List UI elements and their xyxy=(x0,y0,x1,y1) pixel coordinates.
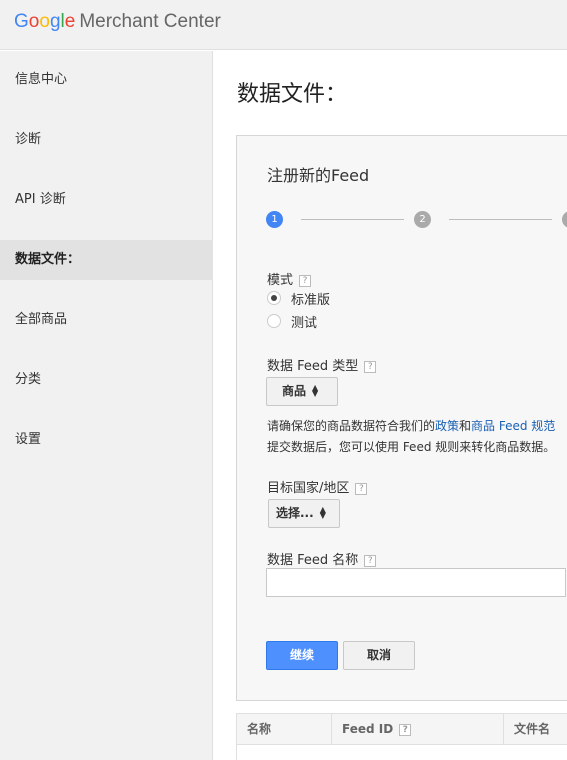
policy-link[interactable]: 政策 xyxy=(435,419,459,433)
mode-test-label: 测试 xyxy=(291,316,318,331)
help-icon[interactable]: ? xyxy=(364,360,377,373)
feed-name-label-row: 数据 Feed 名称? xyxy=(267,549,377,568)
app-header: Google Merchant Center xyxy=(0,0,567,50)
step-3-indicator: 3 xyxy=(562,211,567,228)
logo-letter: g xyxy=(49,11,61,32)
select-arrows-icon: ▲ ▼ xyxy=(319,504,326,520)
column-header-feed-id[interactable]: Feed ID? xyxy=(332,714,504,744)
sidebar-item-feeds[interactable]: 数据文件： xyxy=(0,240,213,280)
feed-name-input[interactable] xyxy=(266,568,566,597)
google-merchant-center-logo[interactable]: Google Merchant Center xyxy=(14,11,221,33)
select-arrows-icon: ▲ ▼ xyxy=(312,382,319,398)
feeds-table-body xyxy=(236,745,567,760)
feeds-table-header: 名称 Feed ID? 文件名 xyxy=(236,713,567,745)
notice-text: 请确保您的商品数据符合我们的 xyxy=(267,419,436,433)
register-feed-card: 注册新的Feed 1 2 3 模式? 标准版 测试 数据 Feed 类型? 商品… xyxy=(236,135,567,701)
target-country-value: 选择... xyxy=(276,506,314,520)
sidebar-item-dashboard[interactable]: 信息中心 xyxy=(0,60,213,100)
column-header-name[interactable]: 名称 xyxy=(237,714,332,744)
step-connector xyxy=(301,219,404,220)
notice-and-text: 和 xyxy=(459,419,472,433)
logo-letter: e xyxy=(64,11,76,32)
mode-standard-radio[interactable] xyxy=(267,291,281,305)
mode-label-row: 模式? xyxy=(267,269,312,288)
target-country-label-row: 目标国家/地区? xyxy=(267,477,368,496)
sidebar-item-all-products[interactable]: 全部商品 xyxy=(0,300,213,340)
mode-label: 模式 xyxy=(267,273,294,288)
sidebar-item-settings[interactable]: 设置 xyxy=(0,420,213,460)
feed-type-label: 数据 Feed 类型 xyxy=(267,359,359,374)
sidebar: 信息中心 诊断 API 诊断 数据文件： 全部商品 分类 设置 xyxy=(0,51,213,760)
continue-button[interactable]: 继续 xyxy=(266,641,338,670)
target-country-label: 目标国家/地区 xyxy=(267,481,350,496)
step-2-indicator: 2 xyxy=(414,211,431,228)
step-1-indicator: 1 xyxy=(266,211,283,228)
logo-letter: G xyxy=(14,11,29,32)
main-content: 数据文件： 注册新的Feed 1 2 3 模式? 标准版 测试 数据 Feed … xyxy=(214,51,567,760)
mode-standard-label: 标准版 xyxy=(291,293,331,308)
help-icon[interactable]: ? xyxy=(355,482,368,495)
feed-type-select[interactable]: 商品 ▲ ▼ xyxy=(266,377,338,406)
sidebar-item-categories[interactable]: 分类 xyxy=(0,360,213,400)
card-title: 注册新的Feed xyxy=(267,166,370,185)
policy-notice-line-2: 提交数据后，您可以使用 Feed 规则来转化商品数据。 xyxy=(267,440,556,454)
feed-spec-link[interactable]: 商品 Feed 规范 xyxy=(471,419,555,433)
mode-test-radio[interactable] xyxy=(267,314,281,328)
column-header-feed-id-label: Feed ID xyxy=(342,722,394,736)
sidebar-item-diagnostics[interactable]: 诊断 xyxy=(0,120,213,160)
target-country-select[interactable]: 选择... ▲ ▼ xyxy=(268,499,340,528)
feed-name-label: 数据 Feed 名称 xyxy=(267,553,359,568)
sidebar-item-api-diagnostics[interactable]: API 诊断 xyxy=(0,180,213,220)
google-logo: Google xyxy=(14,11,75,32)
logo-letter: o xyxy=(28,11,40,32)
policy-notice-line-1: 请确保您的商品数据符合我们的政策和商品 Feed 规范 xyxy=(267,417,555,434)
column-header-file-name[interactable]: 文件名 xyxy=(504,714,567,744)
cancel-button[interactable]: 取消 xyxy=(343,641,415,670)
page-title: 数据文件： xyxy=(237,82,348,107)
product-name: Merchant Center xyxy=(79,11,221,32)
logo-letter: o xyxy=(39,11,50,32)
help-icon[interactable]: ? xyxy=(299,274,312,287)
help-icon[interactable]: ? xyxy=(364,554,377,567)
step-connector xyxy=(449,219,552,220)
feed-type-label-row: 数据 Feed 类型? xyxy=(267,355,377,374)
help-icon[interactable]: ? xyxy=(399,723,412,736)
feed-type-value: 商品 xyxy=(282,384,307,398)
